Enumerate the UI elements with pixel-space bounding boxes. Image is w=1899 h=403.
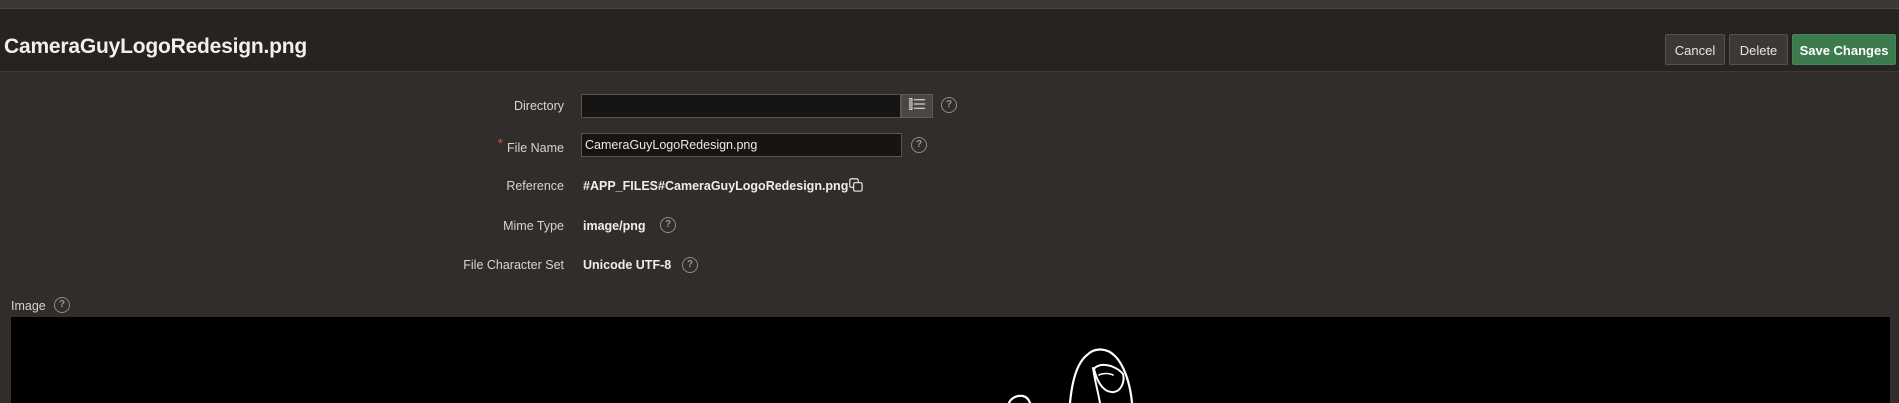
logo-drawing [1007,348,1134,403]
file-name-field[interactable]: CameraGuyLogoRedesign.png [581,133,902,157]
file-character-set-value: Unicode UTF-8 [583,258,672,272]
directory-list-button[interactable] [901,94,933,118]
cancel-button[interactable]: Cancel [1665,34,1725,65]
image-preview [11,317,1890,403]
list-icon [908,97,925,115]
save-changes-button[interactable]: Save Changes [1792,34,1896,65]
file-name-label-text: File Name [507,141,564,155]
top-strip [0,0,1899,9]
copy-icon[interactable] [849,178,863,192]
page-title: CameraGuyLogoRedesign.png [4,35,308,58]
required-indicator: * [497,135,504,151]
mime-type-value: image/png [583,219,646,233]
directory-help-icon[interactable]: ? [941,97,957,113]
file-name-help-icon[interactable]: ? [911,137,927,153]
reference-value: #APP_FILES#CameraGuyLogoRedesign.png [583,179,849,193]
image-label: Image [11,299,46,313]
file-name-label: * File Name [498,135,564,155]
mime-type-help-icon[interactable]: ? [660,217,676,233]
delete-button[interactable]: Delete [1729,34,1788,65]
mime-type-label: Mime Type [503,219,564,233]
directory-label: Directory [513,99,564,113]
page-header: CameraGuyLogoRedesign.png Cancel Delete … [0,9,1899,72]
directory-field[interactable] [581,94,901,118]
image-help-icon[interactable]: ? [54,297,70,313]
file-character-set-label: File Character Set [463,258,564,272]
reference-label: Reference [506,179,564,193]
file-character-set-help-icon[interactable]: ? [682,257,698,273]
